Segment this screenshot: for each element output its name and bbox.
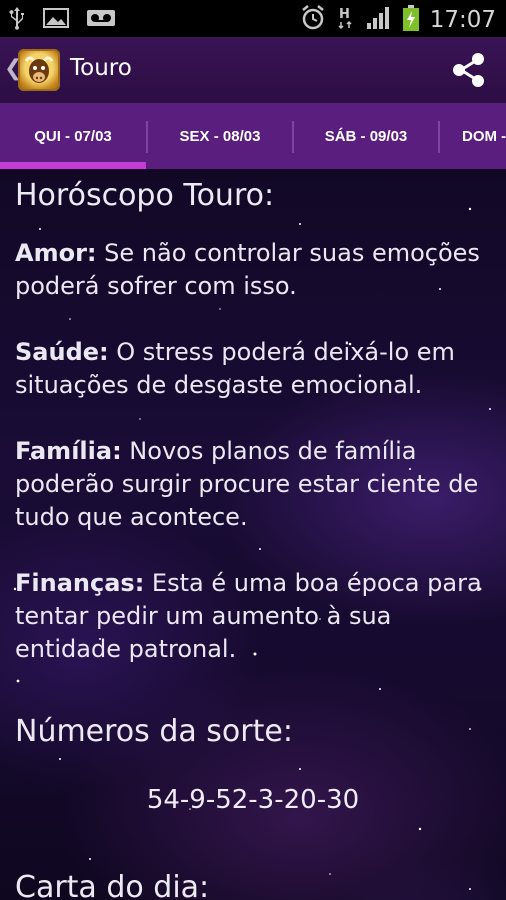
usb-icon [8,6,26,34]
section-love: Amor: Se não controlar suas emoções pode… [15,237,495,303]
image-icon [42,6,70,34]
voicemail-icon [86,6,116,34]
section-family-label: Família: [15,437,122,465]
share-button[interactable] [450,51,488,89]
app-title: Touro [70,55,132,81]
horoscope-heading: Horóscopo Touro: [15,178,275,213]
lucky-numbers-value: 54-9-52-3-20-30 [146,785,360,815]
date-tab-bar: QUI - 07/03 SEX - 08/03 SÁB - 09/03 DOM … [0,103,506,169]
share-icon [453,53,484,87]
signal-icon [366,5,392,35]
section-family: Família: Novos planos de família poderão… [15,435,495,534]
lucky-numbers-heading: Números da sorte: [15,714,293,749]
section-finance-label: Finanças: [15,569,145,597]
tab-sex[interactable]: SEX - 08/03 [148,103,292,169]
h-data-icon: H [336,4,356,36]
svg-text:H: H [339,7,350,22]
section-finance: Finanças: Esta é uma boa época para tent… [15,567,495,666]
section-health-label: Saúde: [15,338,109,366]
selected-tab-indicator [0,162,146,169]
horoscope-content[interactable]: Horóscopo Touro: Amor: Se não controlar … [0,169,506,900]
system-icons: H 17:07 [300,4,496,36]
status-bar: H 17:07 [0,0,506,37]
notification-icons [8,6,116,34]
section-love-label: Amor: [15,239,97,267]
tab-dom[interactable]: DOM - [440,103,506,169]
tab-qui[interactable]: QUI - 07/03 [0,103,146,169]
card-of-day-heading: Carta do dia: [15,870,210,900]
battery-charging-icon [402,4,420,36]
alarm-icon [300,4,326,36]
section-health: Saúde: O stress poderá deixá-lo em situa… [15,336,495,402]
action-bar: ❮ Touro [0,37,506,103]
taurus-logo-icon [24,56,54,83]
tab-sab[interactable]: SÁB - 09/03 [294,103,438,169]
clock: 17:07 [429,7,496,33]
app-logo[interactable] [18,49,60,91]
